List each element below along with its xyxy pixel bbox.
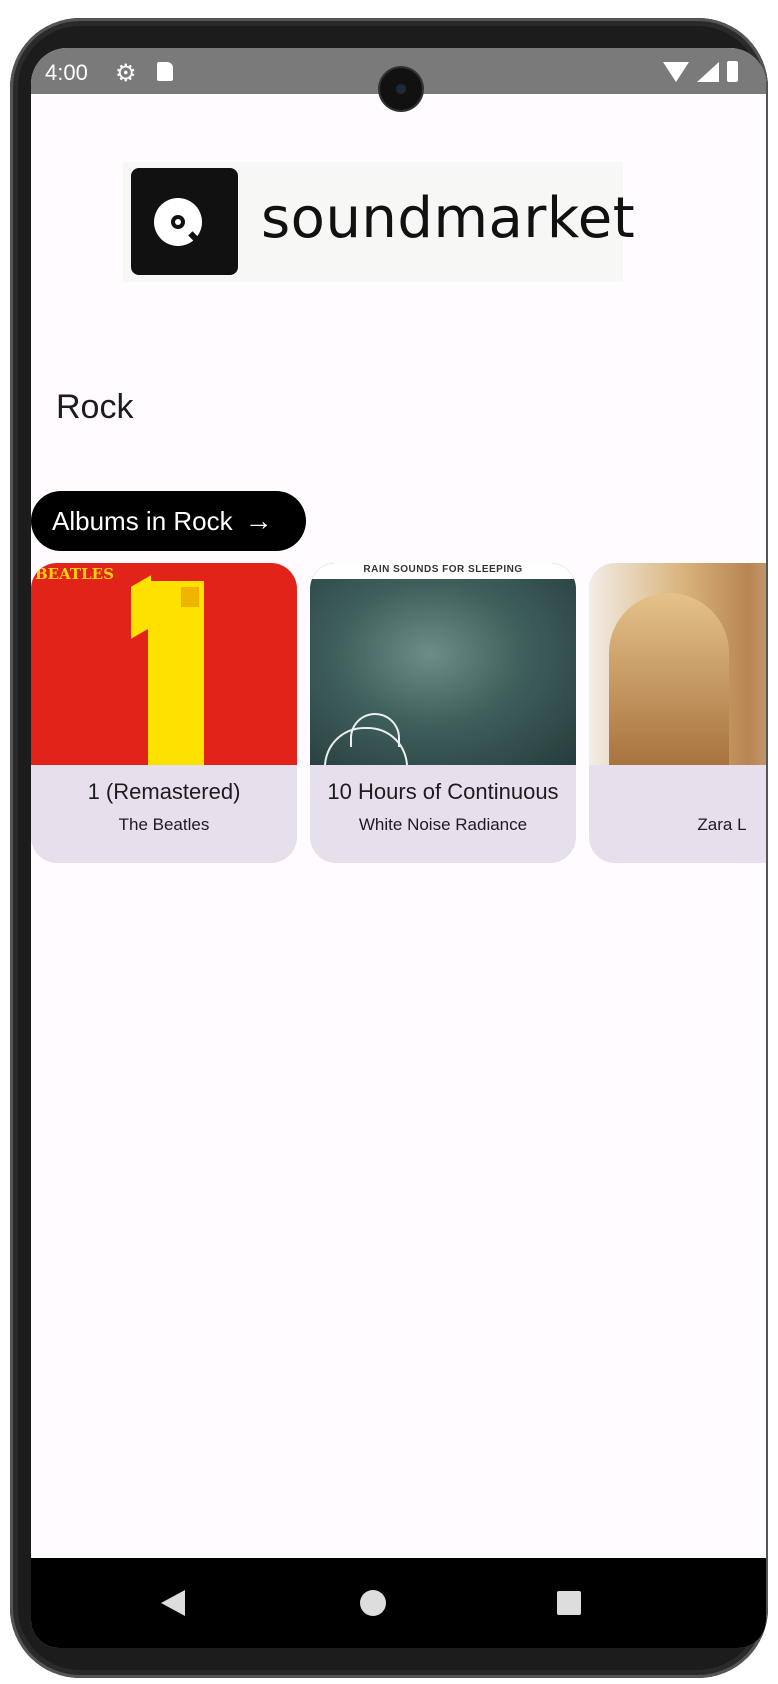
album-card[interactable]: Zara L [589,563,766,863]
app-logo: soundmarket [123,162,635,282]
status-icons [663,61,738,82]
front-camera [380,68,422,110]
album-cover: RAIN SOUNDS FOR SLEEPING [310,563,576,765]
cell-signal-icon [697,61,719,82]
nav-recents-icon[interactable] [557,1591,581,1615]
album-cover [589,563,766,765]
arrow-right-icon: → [244,505,273,536]
wifi-icon [663,61,689,82]
nav-home-icon[interactable] [360,1590,386,1616]
albums-button-label: Albums in Rock [52,505,233,536]
album-cover-text: BEATLES [35,565,114,583]
system-nav-bar [31,1558,766,1648]
album-cover: BEATLES [31,563,297,765]
albums-in-genre-button[interactable]: Albums in Rock → [31,491,306,551]
album-artist: Zara L [697,815,747,834]
album-card[interactable]: RAIN SOUNDS FOR SLEEPING 10 Hours of Con… [310,563,576,863]
battery-icon [727,61,738,82]
album-card[interactable]: BEATLES 1 (Remastered) The Beatles [31,563,297,863]
app-screen: 4:00 ⚙ soundmarket Rock Albums in Rock →… [31,48,766,1648]
album-artist: The Beatles [118,815,210,834]
logo-text: soundmarket [261,186,636,251]
album-carousel[interactable]: BEATLES 1 (Remastered) The Beatles RAIN … [31,563,766,863]
album-title: 1 (Remastered) [87,779,241,804]
sd-card-icon [157,62,173,81]
nav-back-icon[interactable] [161,1590,185,1616]
genre-title: Rock [56,388,134,426]
settings-gear-icon: ⚙ [115,60,137,87]
status-time: 4:00 [45,60,88,85]
album-artist: White Noise Radiance [358,815,528,834]
vinyl-disc-icon [131,168,238,275]
album-cover-text: RAIN SOUNDS FOR SLEEPING [310,563,576,579]
album-title: 10 Hours of Continuous [327,779,559,804]
